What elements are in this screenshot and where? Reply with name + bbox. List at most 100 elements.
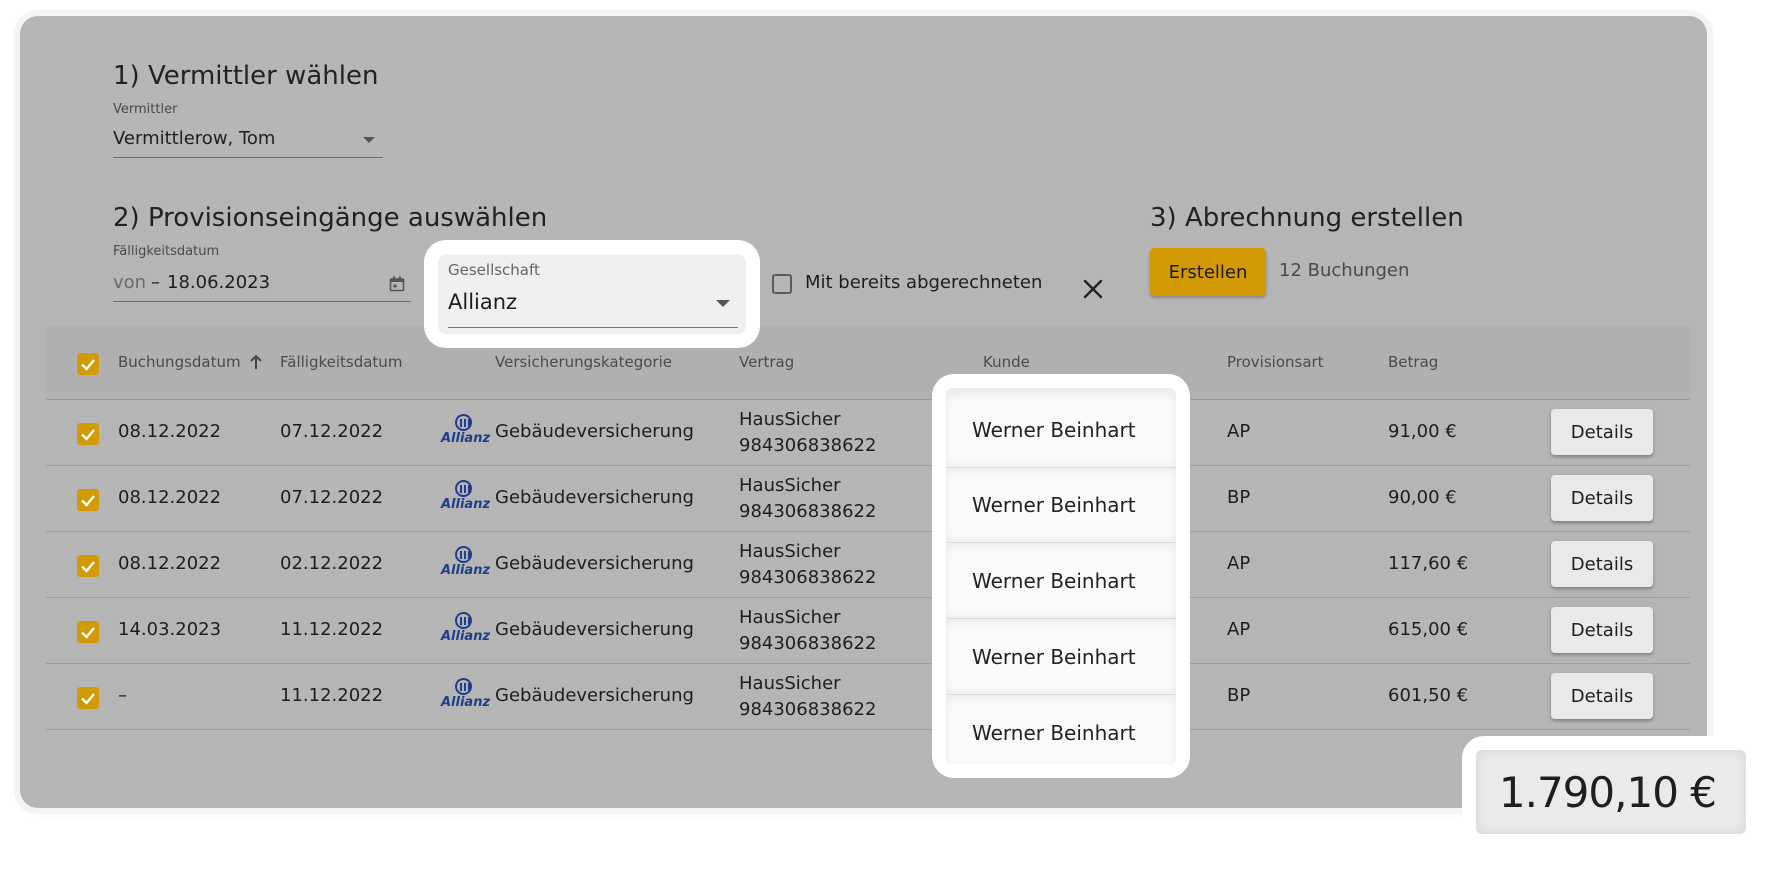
date-from-placeholder: von [113, 272, 147, 293]
step1-title: 1) Vermittler wählen [113, 61, 379, 91]
date-underline [113, 301, 411, 302]
allianz-logo: Allianz [441, 612, 491, 648]
company-underline [448, 327, 738, 328]
cell-betrag: 91,00 € [1388, 421, 1457, 442]
cell-buchungsdatum: 08.12.2022 [118, 553, 222, 574]
total-amount: 1.790,10 € [1498, 768, 1717, 817]
faelligkeit-label: Fälligkeitsdatum [113, 244, 220, 259]
customer-cell[interactable]: Werner Beinhart [946, 545, 1176, 619]
row-checkbox[interactable] [77, 423, 99, 445]
col-provisionsart[interactable]: Provisionsart [1227, 353, 1324, 371]
total-highlight: 1.790,10 € [1462, 736, 1760, 848]
table-header: Buchungsdatum Fälligkeitsdatum Versicher… [46, 326, 1690, 400]
vermittler-select[interactable]: Vermittlerow, Tom [113, 120, 383, 158]
cell-buchungsdatum: 08.12.2022 [118, 421, 222, 442]
vermittler-value: Vermittlerow, Tom [113, 128, 276, 149]
allianz-logo: Allianz [441, 546, 491, 582]
allianz-logo-text: Allianz [441, 563, 491, 578]
customer-cell[interactable]: Werner Beinhart [946, 697, 1176, 764]
allianz-logo-text: Allianz [441, 695, 491, 710]
allianz-logo-text: Allianz [441, 497, 491, 512]
cell-provisionsart: AP [1227, 619, 1251, 640]
customer-cell[interactable]: Werner Beinhart [946, 394, 1176, 468]
check-icon [81, 561, 95, 573]
cell-kategorie: Gebäudeversicherung [495, 685, 694, 706]
row-checkbox[interactable] [77, 687, 99, 709]
company-filter-highlight: Gesellschaft Allianz [424, 240, 760, 348]
cell-kategorie: Gebäudeversicherung [495, 553, 694, 574]
cell-kategorie: Gebäudeversicherung [495, 421, 694, 442]
customer-name: Werner Beinhart [972, 645, 1136, 669]
allianz-logo: Allianz [441, 480, 491, 516]
chevron-down-icon [716, 300, 730, 307]
row-checkbox[interactable] [77, 555, 99, 577]
cell-vertrag-nr: 984306838622 [739, 633, 877, 654]
cell-buchungsdatum: 14.03.2023 [118, 619, 222, 640]
cell-betrag: 601,50 € [1388, 685, 1469, 706]
details-button[interactable]: Details [1551, 541, 1653, 587]
cell-vertrag-name: HausSicher [739, 673, 841, 694]
cell-kategorie: Gebäudeversicherung [495, 619, 694, 640]
bookings-count: 12 Buchungen [1279, 260, 1410, 281]
table-row[interactable]: 08.12.2022 07.12.2022 Allianz Gebäudever… [46, 400, 1690, 466]
cell-vertrag-name: HausSicher [739, 607, 841, 628]
total-box: 1.790,10 € [1476, 750, 1746, 834]
customer-cell[interactable]: Werner Beinhart [946, 469, 1176, 543]
allianz-logo: Allianz [441, 678, 491, 714]
col-buchungsdatum[interactable]: Buchungsdatum [118, 353, 241, 371]
details-button[interactable]: Details [1551, 475, 1653, 521]
cell-faelligkeitsdatum: 11.12.2022 [280, 619, 384, 640]
col-faelligkeitsdatum[interactable]: Fälligkeitsdatum [280, 353, 402, 371]
cell-buchungsdatum: 08.12.2022 [118, 487, 222, 508]
company-value: Allianz [448, 290, 518, 314]
cell-kategorie: Gebäudeversicherung [495, 487, 694, 508]
calendar-icon[interactable] [389, 276, 405, 292]
table-row[interactable]: 08.12.2022 02.12.2022 Allianz Gebäudever… [46, 532, 1690, 598]
check-icon [81, 495, 95, 507]
details-button[interactable]: Details [1551, 607, 1653, 653]
details-button[interactable]: Details [1551, 673, 1653, 719]
cell-betrag: 615,00 € [1388, 619, 1469, 640]
col-kategorie[interactable]: Versicherungskategorie [495, 353, 672, 371]
table-row[interactable]: – 11.12.2022 Allianz Gebäudeversicherung… [46, 664, 1690, 730]
cell-provisionsart: AP [1227, 421, 1251, 442]
date-to-value: 18.06.2023 [167, 272, 271, 293]
cell-vertrag-nr: 984306838622 [739, 501, 877, 522]
create-button[interactable]: Erstellen [1150, 248, 1266, 296]
date-range-field[interactable]: von – 18.06.2023 [113, 264, 411, 302]
table-row[interactable]: 08.12.2022 07.12.2022 Allianz Gebäudever… [46, 466, 1690, 532]
allianz-logo-text: Allianz [441, 431, 491, 446]
row-checkbox[interactable] [77, 621, 99, 643]
customer-column-highlight: Werner Beinhart Werner Beinhart Werner B… [932, 374, 1190, 778]
cell-faelligkeitsdatum: 11.12.2022 [280, 685, 384, 706]
cell-betrag: 90,00 € [1388, 487, 1457, 508]
arrow-up-icon[interactable] [248, 353, 264, 371]
check-icon [81, 359, 95, 371]
select-all-checkbox[interactable] [77, 353, 99, 375]
check-icon [81, 627, 95, 639]
allianz-logo-text: Allianz [441, 629, 491, 644]
customer-name: Werner Beinhart [972, 721, 1136, 745]
commission-table: Buchungsdatum Fälligkeitsdatum Versicher… [46, 326, 1690, 731]
cell-faelligkeitsdatum: 07.12.2022 [280, 421, 384, 442]
details-button[interactable]: Details [1551, 409, 1653, 455]
col-betrag[interactable]: Betrag [1388, 353, 1438, 371]
include-settled-checkbox[interactable] [772, 274, 792, 294]
cell-buchungsdatum: – [118, 685, 127, 706]
date-separator: – [151, 272, 160, 293]
table-row[interactable]: 14.03.2023 11.12.2022 Allianz Gebäudever… [46, 598, 1690, 664]
row-checkbox[interactable] [77, 489, 99, 511]
chevron-down-icon [363, 137, 375, 143]
company-select[interactable]: Gesellschaft Allianz [438, 254, 746, 334]
customer-cell[interactable]: Werner Beinhart [946, 621, 1176, 695]
customer-name: Werner Beinhart [972, 493, 1136, 517]
step2-title: 2) Provisionseingänge auswählen [113, 203, 548, 233]
col-kunde[interactable]: Kunde [983, 353, 1030, 371]
cell-vertrag-nr: 984306838622 [739, 567, 877, 588]
cell-provisionsart: BP [1227, 685, 1251, 706]
customer-list: Werner Beinhart Werner Beinhart Werner B… [946, 388, 1176, 764]
close-icon[interactable] [1083, 279, 1103, 299]
cell-vertrag-name: HausSicher [739, 409, 841, 430]
step3-title: 3) Abrechnung erstellen [1150, 203, 1464, 233]
col-vertrag[interactable]: Vertrag [739, 353, 794, 371]
